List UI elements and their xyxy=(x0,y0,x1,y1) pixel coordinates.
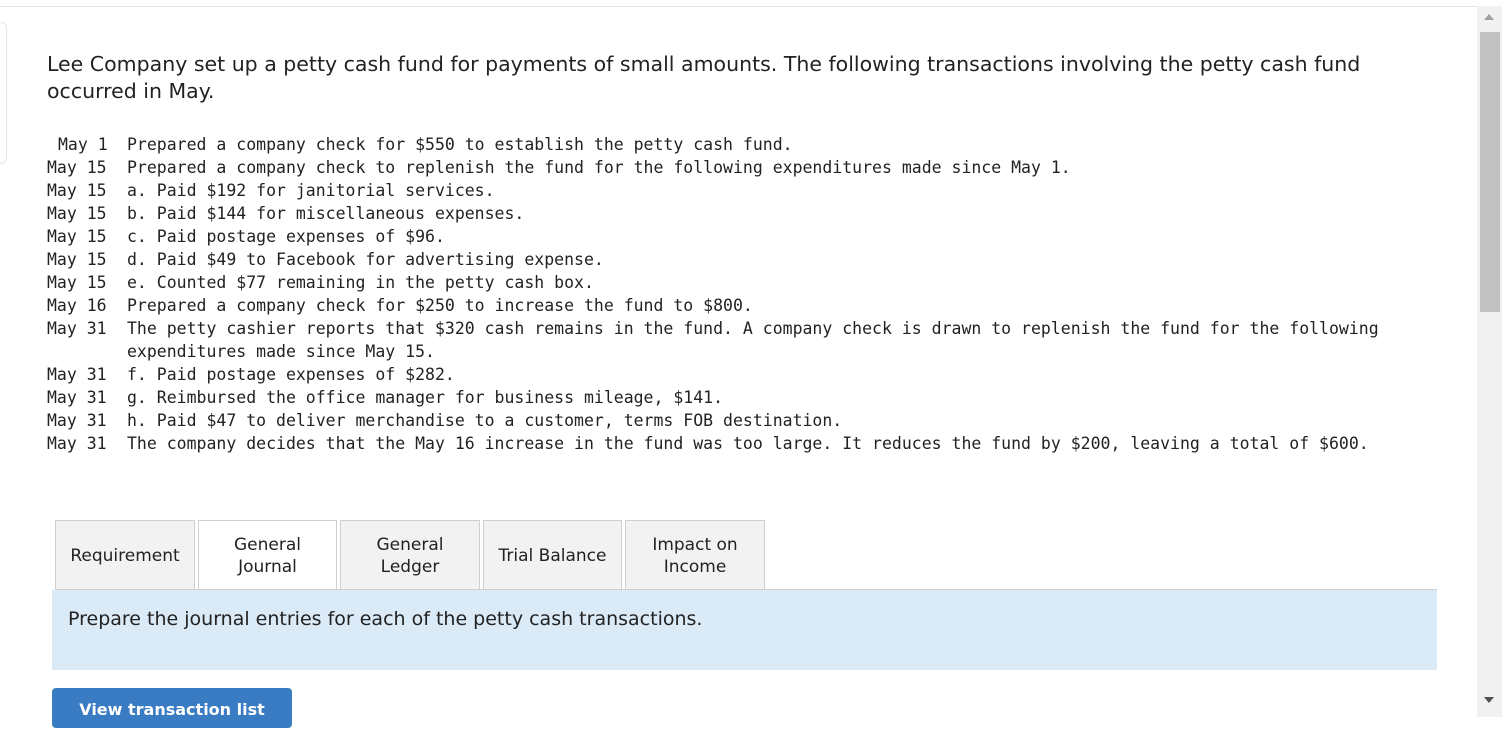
transaction-text: h. Paid $47 to deliver merchandise to a … xyxy=(127,411,843,430)
left-panel-edge xyxy=(0,22,7,164)
transaction-date: May 31 xyxy=(47,365,107,384)
transaction-text: d. Paid $49 to Facebook for advertising … xyxy=(127,250,604,269)
transaction-text: g. Reimbursed the office manager for bus… xyxy=(127,388,724,407)
tab-label: Income xyxy=(663,556,727,577)
transaction-date: May 15 xyxy=(47,250,107,269)
tab-requirement[interactable]: Requirement xyxy=(55,520,195,590)
tab-general-journal[interactable]: General Journal xyxy=(198,520,337,591)
tab-label: Ledger xyxy=(380,556,440,577)
transaction-row: May 31 The company decides that the May 1… xyxy=(47,432,1427,455)
tab-label: Trial Balance xyxy=(498,545,607,566)
top-divider xyxy=(0,6,1477,7)
tab-label: Journal xyxy=(238,557,297,577)
transaction-row: May 15 b. Paid $144 for miscellaneous exp… xyxy=(47,202,1427,225)
problem-intro: Lee Company set up a petty cash fund for… xyxy=(47,52,1361,103)
tab-general-ledger[interactable]: General Ledger xyxy=(340,520,480,590)
transaction-text: Prepared a company check for $550 to est… xyxy=(127,135,793,154)
tab-bar: Requirement General Journal General Ledger… xyxy=(55,520,768,591)
transaction-date: May 15 xyxy=(47,204,107,223)
transaction-text: b. Paid $144 for miscellaneous expenses. xyxy=(127,204,525,223)
view-transaction-list-button[interactable]: View transaction list xyxy=(52,688,292,728)
transaction-row: May 31 f. Paid postage expenses of $282. xyxy=(47,363,1427,386)
transaction-text: f. Paid postage expenses of $282. xyxy=(127,365,455,384)
transaction-date: May 15 xyxy=(47,181,107,200)
scroll-down-arrow-icon[interactable] xyxy=(1484,697,1494,703)
scrollbar-thumb[interactable] xyxy=(1480,32,1500,312)
transaction-row: May 31 g. Reimbursed the office manager f… xyxy=(47,386,1427,409)
transaction-date: May 31 xyxy=(47,411,107,430)
tab-label: General xyxy=(376,534,444,555)
transaction-date: May 15 xyxy=(47,158,107,177)
tab-impact-on-income[interactable]: Impact on Income xyxy=(625,520,765,590)
tab-label: Impact on xyxy=(652,534,738,555)
transaction-text: The company decides that the May 16 incr… xyxy=(127,434,1369,453)
transaction-row: May 15 a. Paid $192 for janitorial servic… xyxy=(47,179,1427,202)
transaction-date: May 15 xyxy=(47,273,107,292)
transaction-text: Prepared a company check for $250 to inc… xyxy=(127,296,753,315)
transaction-text: a. Paid $192 for janitorial services. xyxy=(127,181,495,200)
transaction-row: May 31 The petty cashier reports that $32… xyxy=(47,317,1427,363)
tab-label: Requirement xyxy=(70,545,180,566)
transaction-date: May 31 xyxy=(47,319,107,338)
transaction-text: e. Counted $77 remaining in the petty ca… xyxy=(127,273,594,292)
transaction-row: May 15 d. Paid $49 to Facebook for advert… xyxy=(47,248,1427,271)
transaction-row: May 15 e. Counted $77 remaining in the pe… xyxy=(47,271,1427,294)
transaction-date: May 16 xyxy=(47,296,107,315)
transaction-date: May 31 xyxy=(47,388,107,407)
transaction-list: May 1 Prepared a company check for $550 t… xyxy=(47,133,1427,455)
transaction-text: The petty cashier reports that $320 cash… xyxy=(127,319,1389,361)
transaction-row: May 1 Prepared a company check for $550 t… xyxy=(47,133,1427,156)
tab-label: General xyxy=(234,535,301,555)
instruction-panel: Prepare the journal entries for each of … xyxy=(52,590,1437,670)
transaction-date: May 31 xyxy=(47,434,107,453)
transaction-row: May 15 c. Paid postage expenses of $96. xyxy=(47,225,1427,248)
transaction-row: May 16 Prepared a company check for $250 … xyxy=(47,294,1427,317)
transaction-text: c. Paid postage expenses of $96. xyxy=(127,227,445,246)
transaction-date: May 15 xyxy=(47,227,107,246)
tab-trial-balance[interactable]: Trial Balance xyxy=(483,520,622,590)
transaction-date: May 1 xyxy=(58,135,108,154)
transaction-text: Prepared a company check to replenish th… xyxy=(127,158,1071,177)
scroll-up-arrow-icon[interactable] xyxy=(1484,14,1494,20)
transaction-row: May 31 h. Paid $47 to deliver merchandise… xyxy=(47,409,1427,432)
instruction-text: Prepare the journal entries for each of … xyxy=(68,608,703,630)
transaction-row: May 15 Prepared a company check to replen… xyxy=(47,156,1427,179)
